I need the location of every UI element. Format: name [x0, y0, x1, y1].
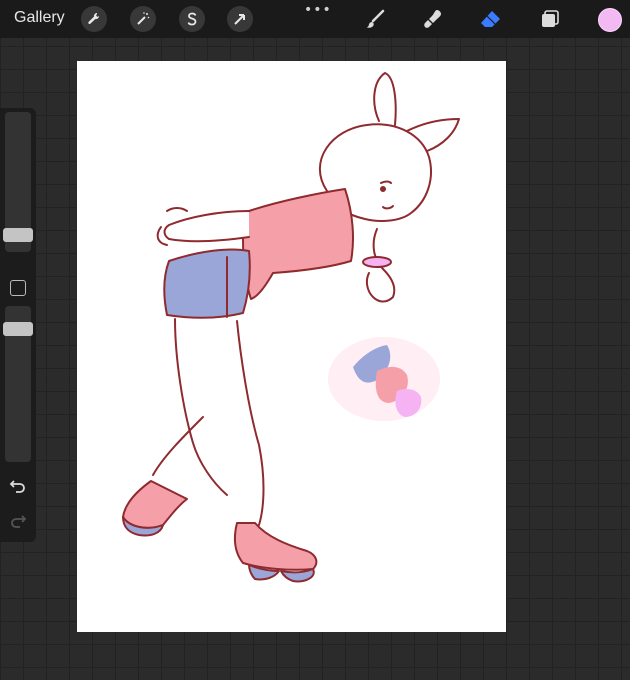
layers-icon[interactable] — [537, 6, 563, 32]
top-toolbar: Gallery ••• — [0, 0, 630, 38]
wrench-icon[interactable] — [81, 6, 107, 32]
brush-icon[interactable] — [362, 6, 388, 32]
brush-size-thumb[interactable] — [3, 228, 33, 242]
magic-wand-icon[interactable] — [130, 6, 156, 32]
selection-s-icon[interactable] — [179, 6, 205, 32]
eraser-icon[interactable] — [478, 6, 504, 32]
artwork — [122, 72, 460, 583]
gallery-button[interactable]: Gallery — [14, 9, 65, 27]
opacity-thumb[interactable] — [3, 322, 33, 336]
more-options-icon[interactable]: ••• — [304, 2, 331, 18]
drawing-canvas[interactable] — [77, 61, 506, 632]
color-swatch[interactable] — [598, 8, 622, 32]
redo-icon[interactable] — [8, 513, 28, 529]
undo-icon[interactable] — [8, 478, 28, 494]
brush-size-slider[interactable] — [3, 112, 33, 252]
opacity-slider[interactable] — [3, 306, 33, 462]
smudge-icon[interactable] — [420, 6, 446, 32]
sidebar — [0, 108, 36, 542]
modify-button[interactable] — [10, 280, 26, 296]
arrow-cursor-icon[interactable] — [227, 6, 253, 32]
color-swatch-blobs — [328, 337, 440, 421]
